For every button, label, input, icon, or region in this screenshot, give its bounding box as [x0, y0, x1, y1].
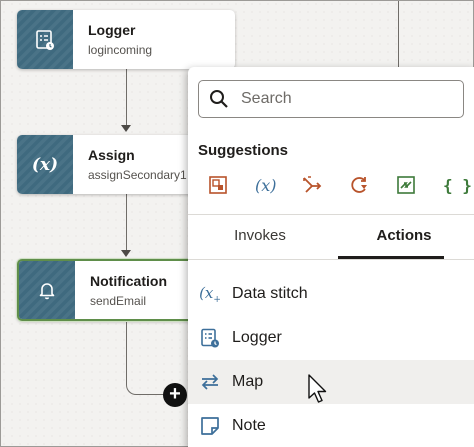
switch-icon[interactable] — [302, 174, 349, 196]
logger-node[interactable]: Logger logincoming — [17, 10, 235, 69]
note-icon — [200, 416, 220, 436]
logger-icon — [17, 10, 73, 69]
add-action-panel: Suggestions (x) { } Invokes Actions (x+ — [188, 67, 474, 447]
actions-list: (x+ Data stitch Logger Map Note — [188, 272, 474, 447]
node-title: Notification — [90, 273, 167, 289]
list-item-label: Logger — [232, 329, 282, 346]
search-box[interactable] — [198, 80, 464, 118]
suggestions-row: (x) { } — [208, 174, 474, 196]
add-action-button[interactable]: + — [163, 383, 187, 407]
node-subtitle: assignSecondary1 — [88, 168, 187, 182]
mouse-pointer-icon — [308, 374, 327, 403]
panel-tabs: Invokes Actions — [188, 214, 474, 260]
map-icon — [200, 372, 220, 392]
bell-icon — [19, 261, 75, 319]
list-item-data-stitch[interactable]: (x+ Data stitch — [188, 272, 474, 316]
node-title: Assign — [88, 147, 135, 163]
list-item-note[interactable]: Note — [188, 404, 474, 447]
tab-actions[interactable]: Actions — [332, 214, 474, 260]
variable-icon[interactable]: (x) — [255, 174, 302, 196]
node-subtitle: logincoming — [88, 43, 153, 57]
for-each-icon[interactable] — [349, 174, 396, 196]
connector-line — [126, 319, 127, 381]
list-item-logger[interactable]: Logger — [188, 316, 474, 360]
variable-icon: (x) — [17, 135, 73, 194]
json-icon[interactable]: { } — [443, 174, 474, 196]
connector-line — [126, 69, 127, 125]
data-stitch-icon: (x+ — [199, 283, 221, 305]
scope-icon[interactable] — [396, 174, 443, 196]
plus-icon: + — [169, 383, 181, 405]
tab-invokes[interactable]: Invokes — [188, 214, 332, 260]
node-subtitle: sendEmail — [90, 294, 147, 308]
search-input[interactable] — [241, 90, 441, 108]
suggestions-title: Suggestions — [198, 142, 289, 159]
list-item-label: Map — [232, 373, 264, 390]
connector-arrow — [121, 250, 131, 257]
divider — [188, 259, 474, 260]
connector-line — [398, 1, 399, 67]
connector-line — [126, 194, 127, 250]
connector-elbow — [126, 381, 140, 395]
node-title: Logger — [88, 22, 136, 38]
connector-arrow — [121, 125, 131, 132]
list-item-map[interactable]: Map — [188, 360, 474, 404]
connector-line — [140, 394, 165, 395]
list-item-label: Note — [232, 417, 266, 434]
search-icon — [210, 90, 228, 108]
logger-icon — [200, 328, 220, 348]
stage-file-icon[interactable] — [208, 174, 255, 196]
list-item-label: Data stitch — [232, 285, 308, 302]
